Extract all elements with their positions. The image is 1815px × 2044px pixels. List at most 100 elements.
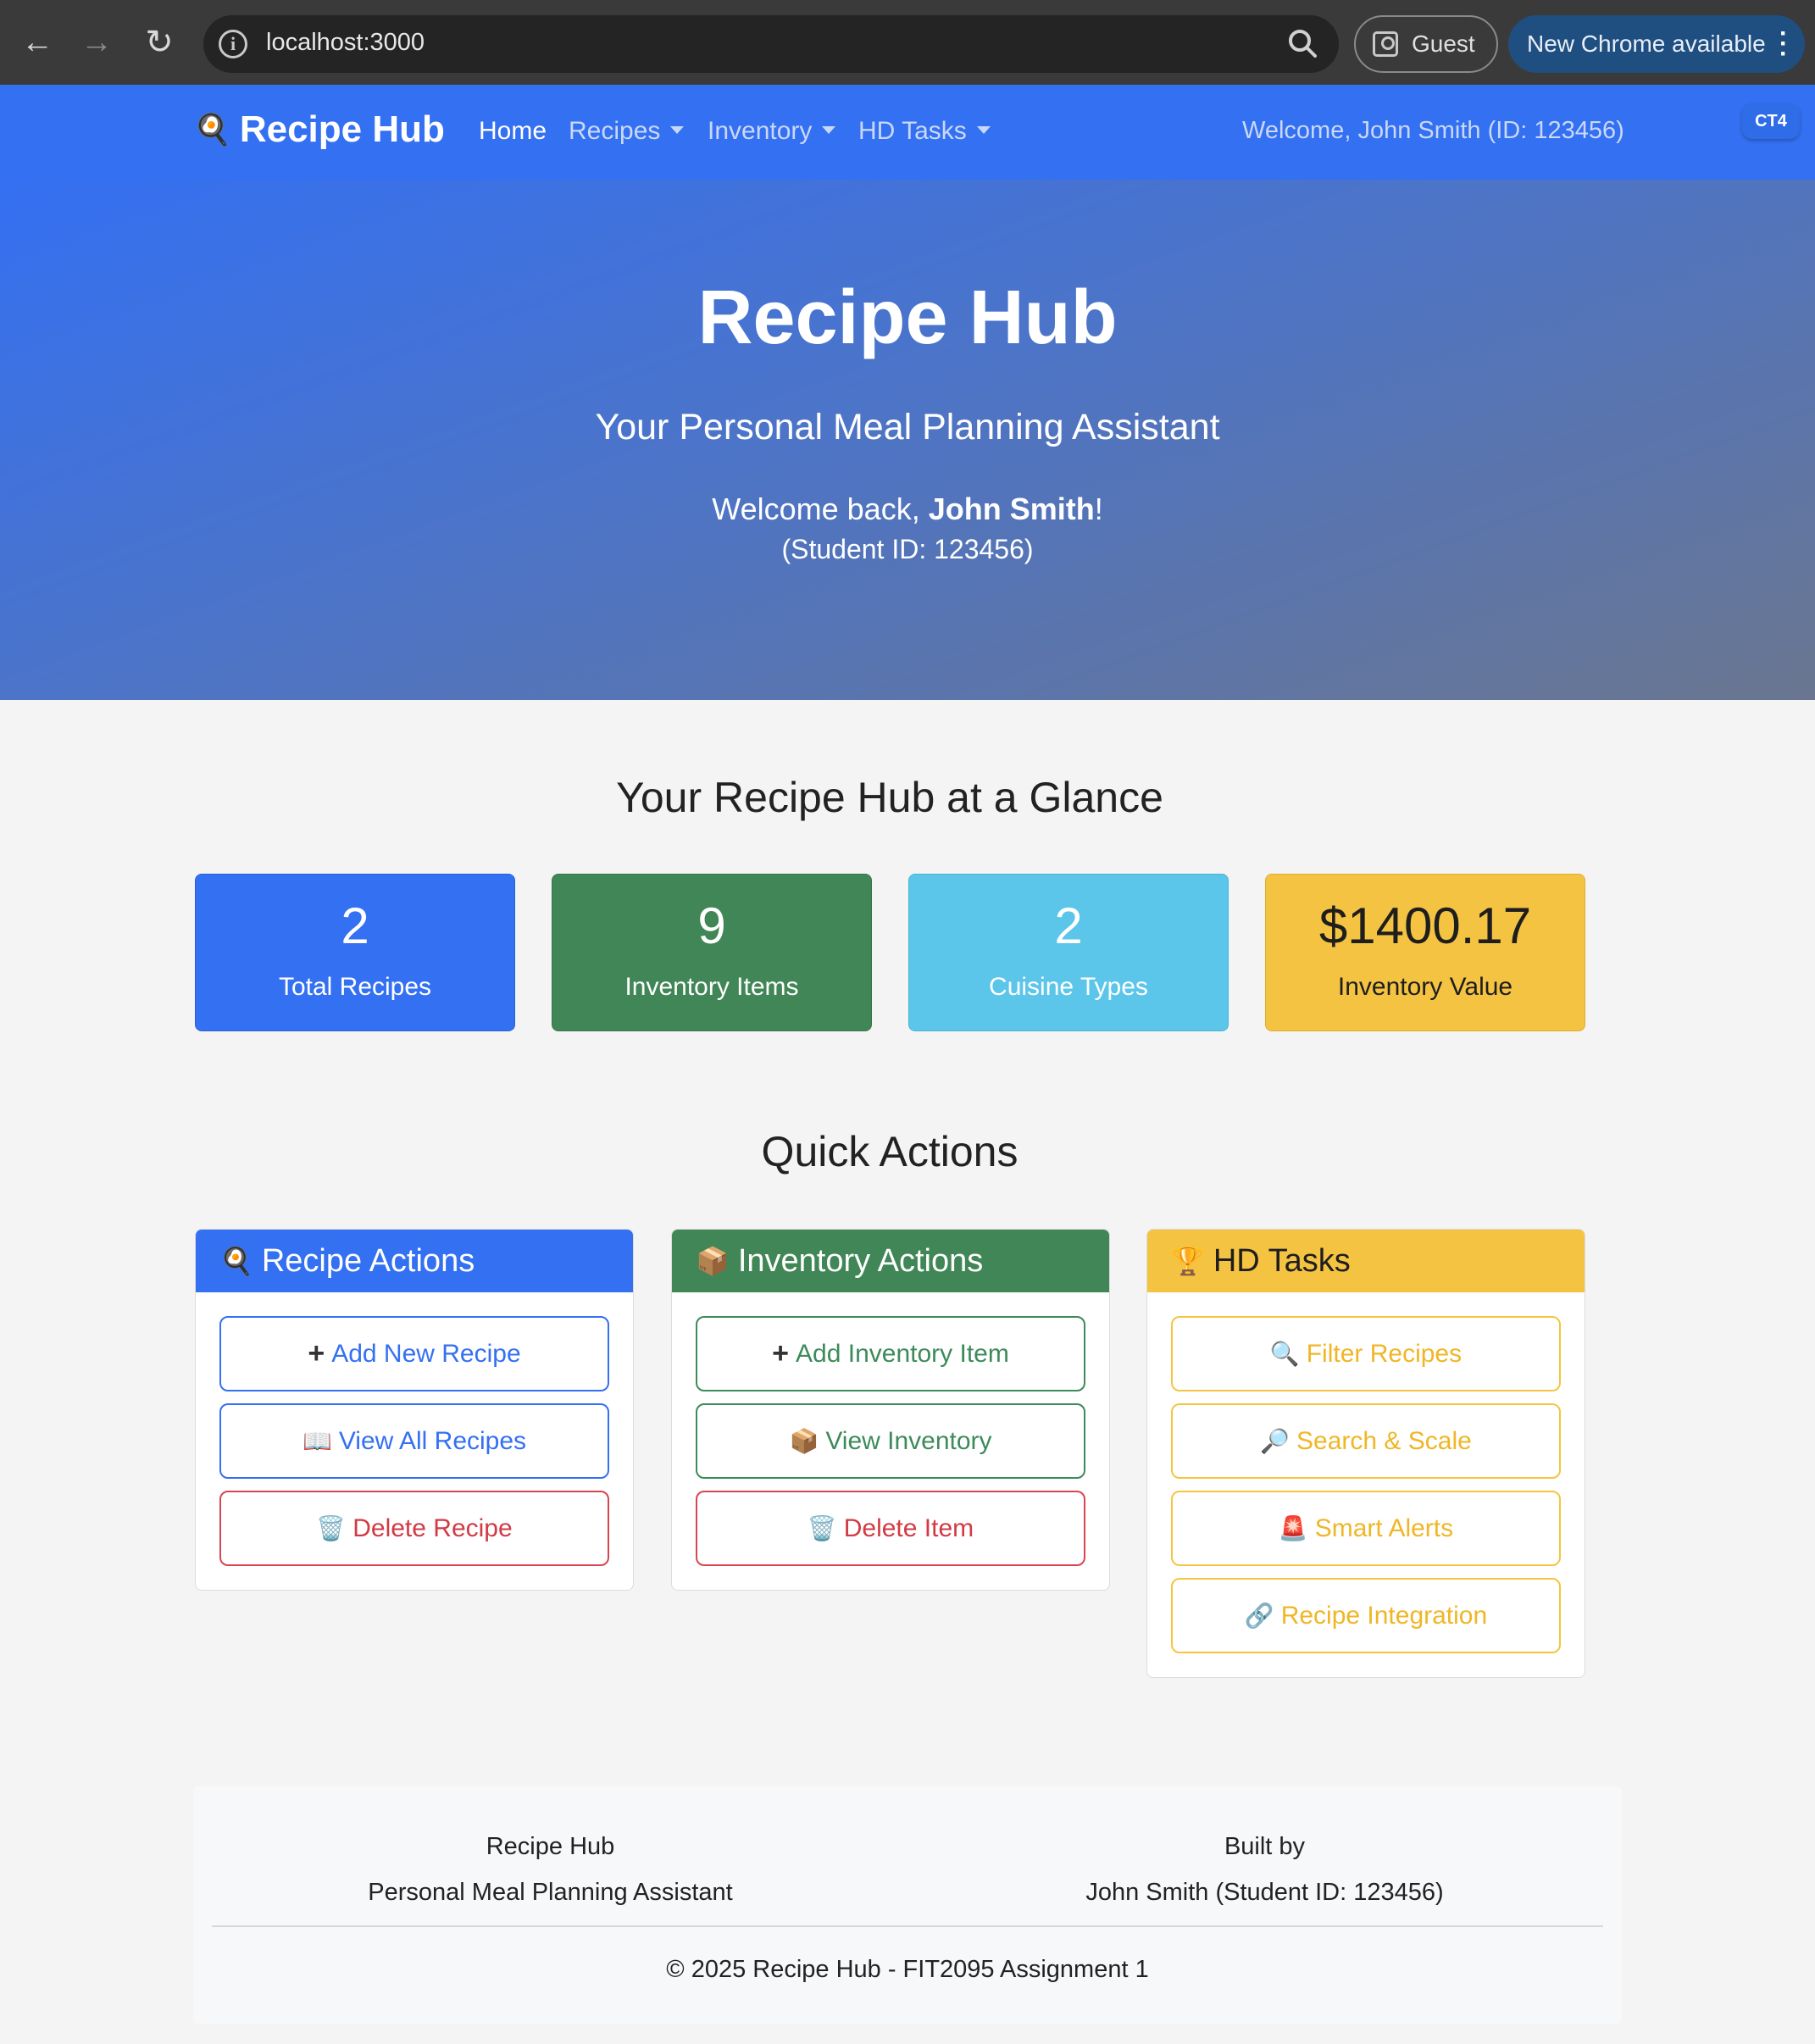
- button-label: Delete Item: [843, 1514, 974, 1542]
- stat-label: Total Recipes: [278, 973, 432, 1001]
- inventory-actions-card: 📦 Inventory Actions + Add Inventory Item …: [671, 1229, 1110, 1591]
- footer-copyright: © 2025 Recipe Hub - FIT2095 Assignment 1: [666, 1956, 1149, 1983]
- stat-label: Inventory Value: [1337, 973, 1513, 1001]
- update-label: New Chrome available: [1527, 31, 1766, 57]
- brand-link[interactable]: 🍳 Recipe Hub: [193, 108, 445, 151]
- view-inventory-button[interactable]: 📦 View Inventory: [696, 1403, 1085, 1479]
- welcome-suffix: !: [1094, 492, 1103, 526]
- button-label: Filter Recipes: [1306, 1339, 1463, 1368]
- hero-welcome: Welcome back, John Smith!: [0, 492, 1815, 527]
- package-icon: 📦: [789, 1428, 819, 1454]
- button-label: Delete Recipe: [352, 1514, 513, 1542]
- link-icon: 🔗: [1244, 1602, 1274, 1629]
- card-title: Recipe Actions: [261, 1242, 475, 1279]
- delete-item-button[interactable]: 🗑️ Delete Item: [696, 1491, 1085, 1566]
- footer-divider: [212, 1925, 1603, 1927]
- button-label: Add Inventory Item: [796, 1339, 1009, 1368]
- back-icon[interactable]: ←: [12, 17, 63, 68]
- card-header: 📦 Inventory Actions: [672, 1230, 1109, 1292]
- glance-title: Your Recipe Hub at a Glance: [616, 774, 1163, 821]
- nav-hd-tasks-dropdown[interactable]: HD Tasks: [858, 117, 991, 146]
- stat-cuisine-types: 2 Cuisine Types: [908, 874, 1229, 1031]
- stat-inventory-value: $1400.17 Inventory Value: [1265, 874, 1585, 1031]
- stat-label: Inventory Items: [624, 973, 799, 1001]
- stat-value: 2: [1054, 897, 1083, 954]
- button-label: Search & Scale: [1296, 1426, 1472, 1455]
- quick-actions-title: Quick Actions: [761, 1128, 1019, 1175]
- nav-home[interactable]: Home: [479, 117, 547, 146]
- footer-built-by: Built by: [1224, 1833, 1306, 1860]
- card-header: 🍳 Recipe Actions: [196, 1230, 633, 1292]
- nav-welcome-text: Welcome, John Smith (ID: 123456): [1242, 117, 1624, 144]
- profile-button[interactable]: Guest: [1354, 15, 1498, 73]
- add-recipe-button[interactable]: + Add New Recipe: [219, 1316, 609, 1391]
- nav-inventory-label: Inventory: [708, 117, 813, 145]
- plus-icon: +: [308, 1337, 325, 1369]
- profile-label: Guest: [1412, 31, 1475, 57]
- hero-subtitle: Your Personal Meal Planning Assistant: [595, 407, 1220, 447]
- url-text[interactable]: localhost:3000: [266, 29, 425, 57]
- profile-icon: [1373, 31, 1398, 57]
- nav-recipes-label: Recipes: [569, 117, 661, 145]
- trophy-icon: 🏆: [1171, 1246, 1205, 1276]
- card-header: 🏆 HD Tasks: [1147, 1230, 1585, 1292]
- package-icon: 📦: [696, 1246, 730, 1276]
- chevron-down-icon: [976, 125, 991, 134]
- hero-student-id: (Student ID: 123456): [781, 534, 1034, 564]
- magnifier-right-icon: 🔎: [1260, 1428, 1290, 1454]
- user-name: John Smith: [928, 492, 1095, 526]
- footer-author-name: John Smith (Student ID: 123456): [1085, 1879, 1444, 1906]
- view-recipes-button[interactable]: 📖 View All Recipes: [219, 1403, 609, 1479]
- site-info-icon[interactable]: i: [219, 30, 247, 58]
- hero-banner: Recipe Hub Your Personal Meal Planning A…: [0, 180, 1815, 700]
- button-label: Recipe Integration: [1280, 1601, 1488, 1630]
- trash-icon: 🗑️: [316, 1515, 347, 1541]
- reload-icon[interactable]: ↻: [134, 17, 185, 68]
- address-bar[interactable]: i localhost:3000: [203, 15, 1339, 73]
- recipe-actions-card: 🍳 Recipe Actions + Add New Recipe 📖 View A…: [195, 1229, 634, 1591]
- footer-author: Built by John Smith (Student ID: 123456): [908, 1824, 1622, 1915]
- menu-dots-icon[interactable]: · · ·: [1779, 21, 1788, 67]
- hero-title: Recipe Hub: [697, 275, 1118, 360]
- chevron-down-icon: [822, 125, 836, 134]
- stat-inventory-items: 9 Inventory Items: [552, 874, 872, 1031]
- siren-icon: 🚨: [1278, 1515, 1308, 1541]
- app-navbar: 🍳 Recipe Hub Home Recipes Inventory HD T…: [0, 85, 1815, 180]
- filter-recipes-button[interactable]: 🔍 Filter Recipes: [1171, 1316, 1561, 1391]
- nav-inventory-dropdown[interactable]: Inventory: [708, 117, 836, 146]
- update-chrome-button[interactable]: New Chrome available · · ·: [1508, 15, 1805, 73]
- nav-recipes-dropdown[interactable]: Recipes: [569, 117, 685, 146]
- brand-name: Recipe Hub: [239, 108, 445, 150]
- footer-about: Recipe Hub Personal Meal Planning Assist…: [193, 1824, 908, 1915]
- book-icon: 📖: [302, 1428, 332, 1454]
- ct4-badge[interactable]: CT4: [1742, 103, 1800, 139]
- button-label: Smart Alerts: [1314, 1514, 1454, 1542]
- card-title: HD Tasks: [1213, 1242, 1351, 1279]
- button-label: Add New Recipe: [331, 1339, 521, 1368]
- frying-pan-icon: 🍳: [219, 1246, 253, 1276]
- frying-pan-icon: 🍳: [193, 112, 231, 147]
- zoom-icon[interactable]: [1285, 25, 1322, 63]
- stat-value: $1400.17: [1318, 897, 1532, 954]
- add-inventory-button[interactable]: + Add Inventory Item: [696, 1316, 1085, 1391]
- smart-alerts-button[interactable]: 🚨 Smart Alerts: [1171, 1491, 1561, 1566]
- plus-icon: +: [772, 1337, 790, 1369]
- browser-toolbar: ← → ↻ i localhost:3000 Guest New Chrome …: [0, 0, 1815, 85]
- footer-tagline: Personal Meal Planning Assistant: [368, 1879, 733, 1906]
- stat-value: 2: [341, 897, 369, 954]
- page-footer: Recipe Hub Personal Meal Planning Assist…: [193, 1786, 1622, 2024]
- chevron-down-icon: [670, 125, 685, 134]
- hd-tasks-card: 🏆 HD Tasks 🔍 Filter Recipes 🔎 Search & Sca…: [1146, 1229, 1585, 1678]
- trash-icon: 🗑️: [807, 1515, 837, 1541]
- magnifier-icon: 🔍: [1269, 1341, 1300, 1367]
- stat-value: 9: [697, 897, 726, 954]
- nav-hd-tasks-label: HD Tasks: [858, 117, 967, 145]
- forward-icon[interactable]: →: [71, 17, 122, 68]
- stat-total-recipes: 2 Total Recipes: [195, 874, 515, 1031]
- footer-app-name: Recipe Hub: [486, 1833, 615, 1860]
- button-label: View Inventory: [825, 1426, 992, 1455]
- search-scale-button[interactable]: 🔎 Search & Scale: [1171, 1403, 1561, 1479]
- stat-label: Cuisine Types: [989, 973, 1148, 1001]
- recipe-integration-button[interactable]: 🔗 Recipe Integration: [1171, 1578, 1561, 1653]
- delete-recipe-button[interactable]: 🗑️ Delete Recipe: [219, 1491, 609, 1566]
